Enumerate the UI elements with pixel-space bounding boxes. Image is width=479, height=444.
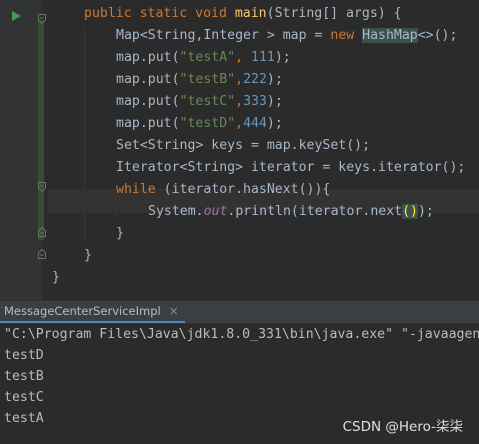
code-token: public static void: [84, 6, 235, 21]
console-line: testD: [4, 348, 44, 363]
code-line[interactable]: Set<String> keys = map.keySet();: [116, 135, 370, 157]
code-token: 444: [243, 116, 267, 131]
code-token: }: [84, 248, 92, 263]
code-token: );: [417, 204, 434, 219]
code-line[interactable]: map.put("testB",222);: [116, 69, 283, 91]
code-token: <>();: [417, 28, 458, 43]
code-line[interactable]: map.put("testD",444);: [116, 113, 283, 135]
code-token: );: [274, 50, 291, 65]
code-line[interactable]: map.put("testC",333);: [116, 91, 283, 113]
code-line[interactable]: }: [84, 245, 92, 267]
code-token: );: [266, 116, 283, 131]
code-token: .println(iterator.next: [227, 204, 403, 219]
code-token: map.put(: [116, 116, 180, 131]
code-token: map.put(: [116, 50, 180, 65]
code-token: while: [116, 182, 164, 197]
console-line: testA: [4, 411, 44, 426]
code-line[interactable]: public static void main(String[] args) {: [84, 3, 402, 25]
code-line[interactable]: while (iterator.hasNext()){: [116, 179, 330, 201]
code-token: "testD": [179, 116, 236, 131]
code-token: ,: [235, 116, 244, 131]
code-token: Set<String> keys = map.keySet();: [116, 138, 371, 153]
code-token: Iterator<String> iterator = keys.iterato…: [116, 160, 466, 175]
run-tool-window-tabbar: MessageCenterServiceImpl ×: [0, 301, 479, 324]
code-token: map.put(: [116, 94, 180, 109]
code-token: main: [234, 6, 267, 21]
change-marker-bar: [38, 20, 44, 240]
code-token: }: [116, 226, 124, 241]
code-line[interactable]: map.put("testA", 111);: [116, 47, 291, 69]
code-token: ,: [235, 94, 244, 109]
fold-marker-icon[interactable]: [38, 177, 46, 193]
code-token: System.: [148, 204, 204, 219]
fold-marker-icon[interactable]: [38, 222, 46, 237]
code-line[interactable]: }: [52, 267, 60, 289]
code-editor[interactable]: public static void main(String[] args) {…: [0, 0, 479, 300]
code-token: "testA": [179, 50, 236, 65]
close-icon[interactable]: ×: [169, 300, 179, 322]
console-line: testB: [4, 369, 44, 384]
run-arrow-icon[interactable]: [10, 7, 22, 26]
code-token: 222: [243, 72, 267, 87]
code-line[interactable]: Iterator<String> iterator = keys.iterato…: [116, 157, 465, 179]
code-token: }: [52, 270, 60, 285]
watermark: CSDN @Hero-柒柒: [342, 419, 463, 435]
code-token: new: [330, 28, 363, 43]
code-token: );: [266, 72, 283, 87]
editor-gutter[interactable]: [0, 0, 42, 300]
code-token: (iterator.hasNext()){: [163, 182, 331, 197]
code-token: 333: [243, 94, 267, 109]
code-token: HashMap: [362, 28, 418, 43]
code-line[interactable]: System.out.println(iterator.next());: [148, 201, 434, 223]
run-tab-label: MessageCenterServiceImpl: [4, 304, 161, 318]
code-token: );: [266, 94, 283, 109]
code-line[interactable]: Map<String,Integer > map = new HashMap<>…: [116, 25, 457, 47]
code-token: "testC": [179, 94, 236, 109]
code-token: map.put(: [116, 72, 180, 87]
code-token: Map<String,Integer > map =: [116, 28, 331, 43]
code-line[interactable]: }: [116, 223, 124, 245]
code-token: (): [402, 204, 418, 219]
console-line: testC: [4, 390, 44, 405]
code-token: ,: [235, 72, 244, 87]
code-token: 111: [251, 50, 275, 65]
code-token: "testB": [179, 72, 236, 87]
console-line: "C:\Program Files\Java\jdk1.8.0_331\bin\…: [4, 327, 479, 342]
tab-run-configuration[interactable]: MessageCenterServiceImpl ×: [0, 301, 185, 323]
fold-marker-icon[interactable]: [38, 244, 46, 259]
code-token: (String[] args) {: [266, 6, 402, 21]
code-token: out: [203, 204, 228, 219]
code-token: ,: [235, 50, 251, 65]
fold-marker-icon[interactable]: [38, 9, 46, 25]
